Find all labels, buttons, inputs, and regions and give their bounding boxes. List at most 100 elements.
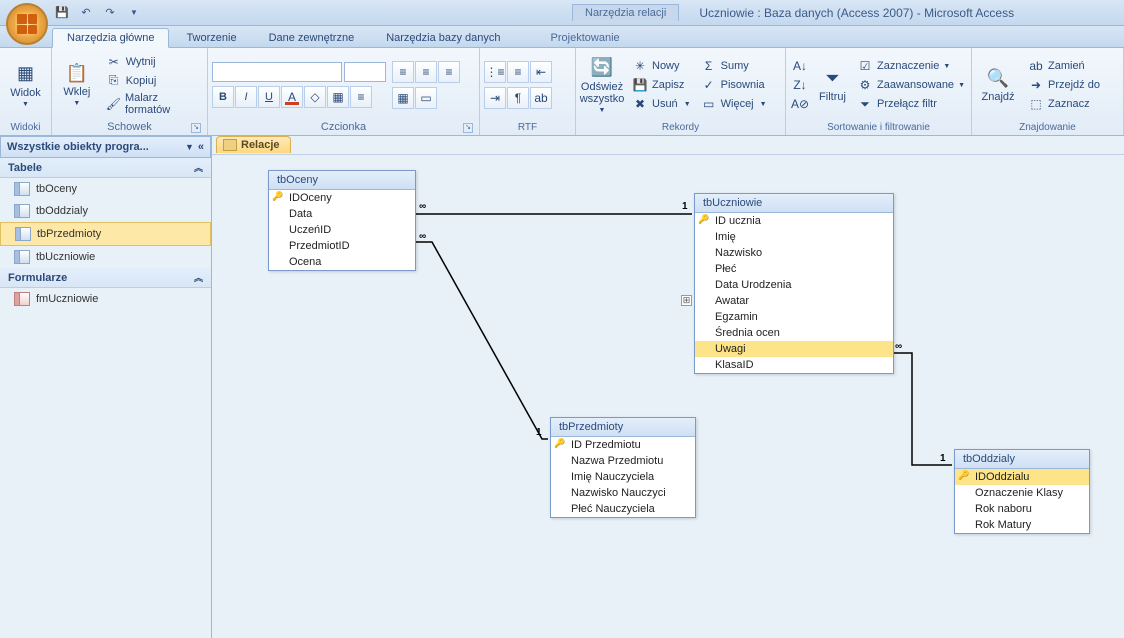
table-tbprzedmioty[interactable]: tbPrzedmiotyID PrzedmiotuNazwa Przedmiot… [550,417,696,518]
tab-design[interactable]: Projektowanie [536,28,635,47]
field-id-przedmiotu[interactable]: ID Przedmiotu [551,437,695,453]
nav-item-tbprzedmioty[interactable]: tbPrzedmioty [0,222,211,246]
copy-button[interactable]: ⎘Kopiuj [104,72,203,90]
collapse-pane-icon[interactable]: « [198,141,204,153]
indent-inc-button[interactable]: ⇥ [484,87,506,109]
tab-external-data[interactable]: Dane zewnętrzne [254,28,370,47]
field-ocena[interactable]: Ocena [269,254,415,270]
font-family-combo[interactable] [212,62,342,82]
toggle-filter-button[interactable]: ⏷Przełącz filtr [855,95,967,113]
format-painter-button[interactable]: 🖌Malarz formatów [104,91,203,117]
advanced-filter-button[interactable]: ⚙Zaawansowane▼ [855,76,967,94]
field-idoddzialu[interactable]: IDOddzialu [955,469,1089,485]
selection-filter-button[interactable]: ☑Zaznaczenie▼ [855,57,967,75]
italic-button[interactable]: I [235,86,257,108]
more-button[interactable]: ▭Więcej▼ [699,95,769,113]
sort-desc-button[interactable]: Z↓ [790,76,810,94]
font-launcher-icon[interactable]: ↘ [463,123,473,133]
clear-sort-button[interactable]: A⊘ [790,95,810,113]
clipboard-launcher-icon[interactable]: ↘ [191,123,201,133]
relationships-icon [223,139,237,151]
new-record-button[interactable]: ✳Nowy [630,57,693,75]
table-tboceny[interactable]: tbOcenyIDOcenyDataUczeńIDPrzedmiotIDOcen… [268,170,416,271]
numbering-button[interactable]: ≡ [507,61,529,83]
redo-icon[interactable]: ↷ [102,5,118,21]
relationships-canvas[interactable]: ∞ 1 ∞ 1 ∞ 1 tbOcenyIDOcenyDataUczeńIDPrz… [212,154,1124,638]
select-button[interactable]: ⬚Zaznacz [1026,95,1102,113]
field-imię-nauczyciela[interactable]: Imię Nauczyciela [551,469,695,485]
field-oznaczenie-klasy[interactable]: Oznaczenie Klasy [955,485,1089,501]
bullets-button[interactable]: ⋮≡ [484,61,506,83]
nav-item-fmuczniowie[interactable]: fmUczniowie [0,288,211,310]
field-imię[interactable]: Imię [695,229,893,245]
nav-item-tboceny[interactable]: tbOceny [0,178,211,200]
ltr-button[interactable]: ¶ [507,87,529,109]
binoculars-icon: 🔍 [987,67,1009,89]
delete-record-button[interactable]: ✖Usuń▼ [630,95,693,113]
nav-pane-header[interactable]: Wszystkie obiekty progra... ▼« [0,136,211,158]
gridlines2-button[interactable]: ▦ [392,87,414,109]
field-id-ucznia[interactable]: ID ucznia [695,213,893,229]
rtl-highlight-button[interactable]: ab [530,87,552,109]
qat-dropdown-icon[interactable]: ▼ [126,5,142,21]
totals-button[interactable]: ΣSumy [699,57,769,75]
gridlines-button[interactable]: ▦ [327,86,349,108]
field-nazwisko[interactable]: Nazwisko [695,245,893,261]
goto-button[interactable]: ➜Przejdź do [1026,76,1102,94]
field-rok-matury[interactable]: Rok Matury [955,517,1089,533]
field-średnia-ocen[interactable]: Średnia ocen [695,325,893,341]
font-color-button[interactable]: A [281,86,303,108]
fill2-button[interactable]: ▭ [415,87,437,109]
field-płeć-nauczyciela[interactable]: Płeć Nauczyciela [551,501,695,517]
field-egzamin[interactable]: Egzamin [695,309,893,325]
field-rok-naboru[interactable]: Rok naboru [955,501,1089,517]
nav-section-forms[interactable]: Formularze︽ [0,268,211,288]
field-awatar[interactable]: Awatar [695,293,893,309]
indent-dec-button[interactable]: ⇤ [530,61,552,83]
tab-database-tools[interactable]: Narzędzia bazy danych [371,28,515,47]
save-icon[interactable]: 💾 [54,5,70,21]
office-button[interactable] [6,3,48,45]
undo-icon[interactable]: ↶ [78,5,94,21]
document-tab-relacje[interactable]: Relacje [216,136,291,153]
field-idoceny[interactable]: IDOceny [269,190,415,206]
refresh-all-button[interactable]: 🔄Odśwież wszystko▼ [580,55,624,116]
field-nazwisko-nauczyci[interactable]: Nazwisko Nauczyci [551,485,695,501]
sort-asc-button[interactable]: A↓ [790,57,810,75]
view-button[interactable]: ▦Widok▼ [4,61,47,110]
font-size-combo[interactable] [344,62,386,82]
table-tbuczniowie[interactable]: tbUczniowieID uczniaImięNazwiskoPłećData… [694,193,894,374]
paste-button[interactable]: 📋Wklej▼ [56,60,98,109]
save-record-button[interactable]: 💾Zapisz [630,76,693,94]
field-klasaid[interactable]: KlasaID [695,357,893,373]
table-tboddzialy[interactable]: tbOddzialyIDOddzialuOznaczenie KlasyRok … [954,449,1090,534]
fill-color-button[interactable]: ◇ [304,86,326,108]
field-data[interactable]: Data [269,206,415,222]
nav-item-tbuczniowie[interactable]: tbUczniowie [0,246,211,268]
find-button[interactable]: 🔍Znajdź [976,65,1020,105]
tab-home[interactable]: Narzędzia główne [52,28,169,48]
nav-item-tboddzialy[interactable]: tbOddzialy [0,200,211,222]
bold-button[interactable]: B [212,86,234,108]
quick-access-toolbar: 💾 ↶ ↷ ▼ [54,5,142,21]
replace-icon: ab [1028,58,1044,74]
field-data-urodzenia[interactable]: Data Urodzenia [695,277,893,293]
alt-row-button[interactable]: ≡ [350,86,372,108]
tab-create[interactable]: Tworzenie [171,28,251,47]
underline-button[interactable]: U [258,86,280,108]
align-right-button[interactable]: ≡ [438,61,460,83]
field-uczeńid[interactable]: UczeńID [269,222,415,238]
field-nazwa-przedmiotu[interactable]: Nazwa Przedmiotu [551,453,695,469]
filter-button[interactable]: ⏷Filtruj [816,65,849,105]
align-left-button[interactable]: ≡ [392,61,414,83]
replace-button[interactable]: abZamień [1026,57,1102,75]
ribbon-group-find: 🔍Znajdź abZamień ➜Przejdź do ⬚Zaznacz Zn… [972,48,1124,135]
nav-section-tables[interactable]: Tabele︽ [0,158,211,178]
align-center-button[interactable]: ≡ [415,61,437,83]
cut-button[interactable]: ✂Wytnij [104,53,203,71]
field-uwagi[interactable]: Uwagi [695,341,893,357]
field-płeć[interactable]: Płeć [695,261,893,277]
field-przedmiotid[interactable]: PrzedmiotID [269,238,415,254]
chevron-down-icon[interactable]: ▼ [185,142,194,152]
spelling-button[interactable]: ✓Pisownia [699,76,769,94]
